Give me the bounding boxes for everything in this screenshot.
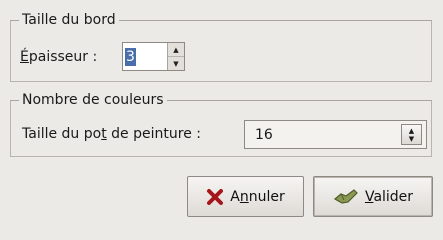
ok-label: Valider: [365, 189, 413, 205]
color-count-legend: Nombre de couleurs: [19, 91, 167, 109]
thickness-mnemonic: É: [20, 49, 29, 65]
paint-pot-label-before: Taille du po: [22, 126, 102, 142]
ok-label-after: alider: [373, 188, 414, 205]
cancel-button[interactable]: Annuler: [187, 176, 304, 217]
increment-arrow-icon[interactable]: ▲: [168, 43, 184, 56]
paint-pot-size-value: 16: [255, 126, 273, 143]
color-count-group: Nombre de couleurs Taille du pot de pein…: [10, 91, 432, 157]
thickness-input[interactable]: 3: [123, 43, 167, 70]
thickness-label: Épaisseur :: [20, 48, 97, 66]
paint-pot-label-after: de peinture :: [106, 126, 201, 142]
cancel-label: Annuler: [230, 189, 284, 205]
thickness-value: 3: [125, 47, 136, 66]
thickness-arrows: ▲ ▼: [167, 43, 184, 70]
border-size-legend: Taille du bord: [19, 11, 119, 29]
ok-button[interactable]: Valider: [313, 176, 433, 217]
cancel-mnemonic: n: [239, 188, 249, 205]
paint-pot-label: Taille du pot de peinture :: [22, 125, 201, 143]
x-icon: [206, 188, 224, 206]
cancel-label-after: nuler: [248, 188, 285, 205]
check-hand-icon: [333, 187, 359, 207]
thickness-label-rest: paisseur :: [28, 49, 98, 65]
border-size-group: Taille du bord Épaisseur : 3 ▲ ▼: [10, 11, 432, 82]
decrement-arrow-icon[interactable]: ▼: [168, 56, 184, 70]
paint-pot-size-select[interactable]: 16 ▲ ▼: [244, 120, 427, 149]
cancel-label-before: A: [230, 188, 240, 205]
updown-arrows-icon: ▲ ▼: [401, 124, 422, 145]
thickness-spinbutton[interactable]: 3 ▲ ▼: [122, 42, 185, 71]
